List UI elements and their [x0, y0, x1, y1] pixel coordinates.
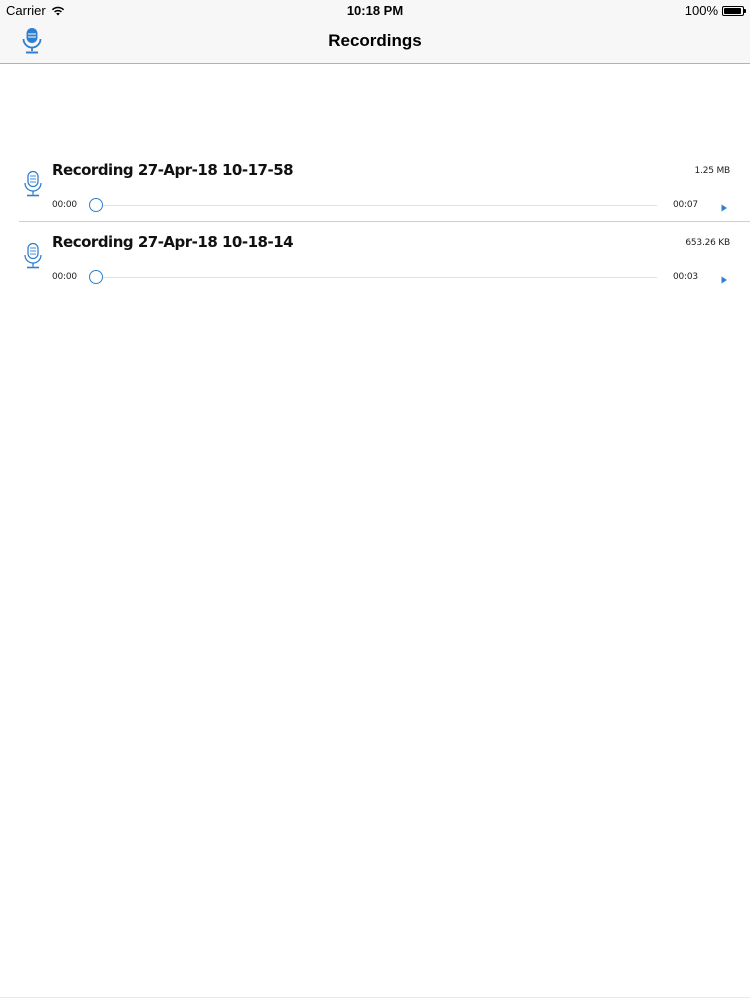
play-button[interactable] [719, 272, 729, 284]
duration: 00:07 [673, 200, 698, 210]
status-battery-group: 100% [684, 3, 746, 18]
playback-slider[interactable] [89, 270, 657, 284]
slider-thumb[interactable] [89, 270, 103, 284]
recording-row[interactable]: Recording 27-Apr-18 10-17-58 1.25 MB 00:… [0, 150, 750, 222]
play-icon [721, 276, 727, 284]
battery-fill [724, 7, 741, 14]
recording-title: Recording 27-Apr-18 10-18-14 [52, 233, 294, 251]
battery-percent: 100% [684, 3, 718, 18]
nav-bar: Recordings [0, 20, 750, 64]
file-size: 1.25 MB [694, 166, 731, 176]
playback-slider[interactable] [89, 198, 657, 212]
screen: Carrier 10:18 PM 100% Recordings Recordi… [0, 0, 750, 1000]
play-icon [721, 204, 727, 212]
recording-title: Recording 27-Apr-18 10-17-58 [52, 161, 294, 179]
battery-icon [722, 5, 746, 16]
duration: 00:03 [673, 272, 698, 282]
recording-row[interactable]: Recording 27-Apr-18 10-18-14 653.26 KB 0… [0, 222, 750, 294]
microphone-icon [24, 170, 42, 197]
status-time: 10:18 PM [346, 3, 404, 18]
status-bar: Carrier 10:18 PM 100% [0, 0, 750, 20]
current-time: 00:00 [52, 272, 77, 282]
current-time: 00:00 [52, 200, 77, 210]
bottom-divider [0, 997, 750, 998]
slider-thumb[interactable] [89, 198, 103, 212]
slider-track [89, 205, 657, 206]
file-size: 653.26 KB [685, 238, 730, 248]
slider-track [89, 277, 657, 278]
recordings-list: Recording 27-Apr-18 10-17-58 1.25 MB 00:… [0, 150, 750, 294]
page-title: Recordings [328, 31, 422, 50]
play-button[interactable] [719, 200, 729, 212]
microphone-icon [24, 242, 42, 269]
